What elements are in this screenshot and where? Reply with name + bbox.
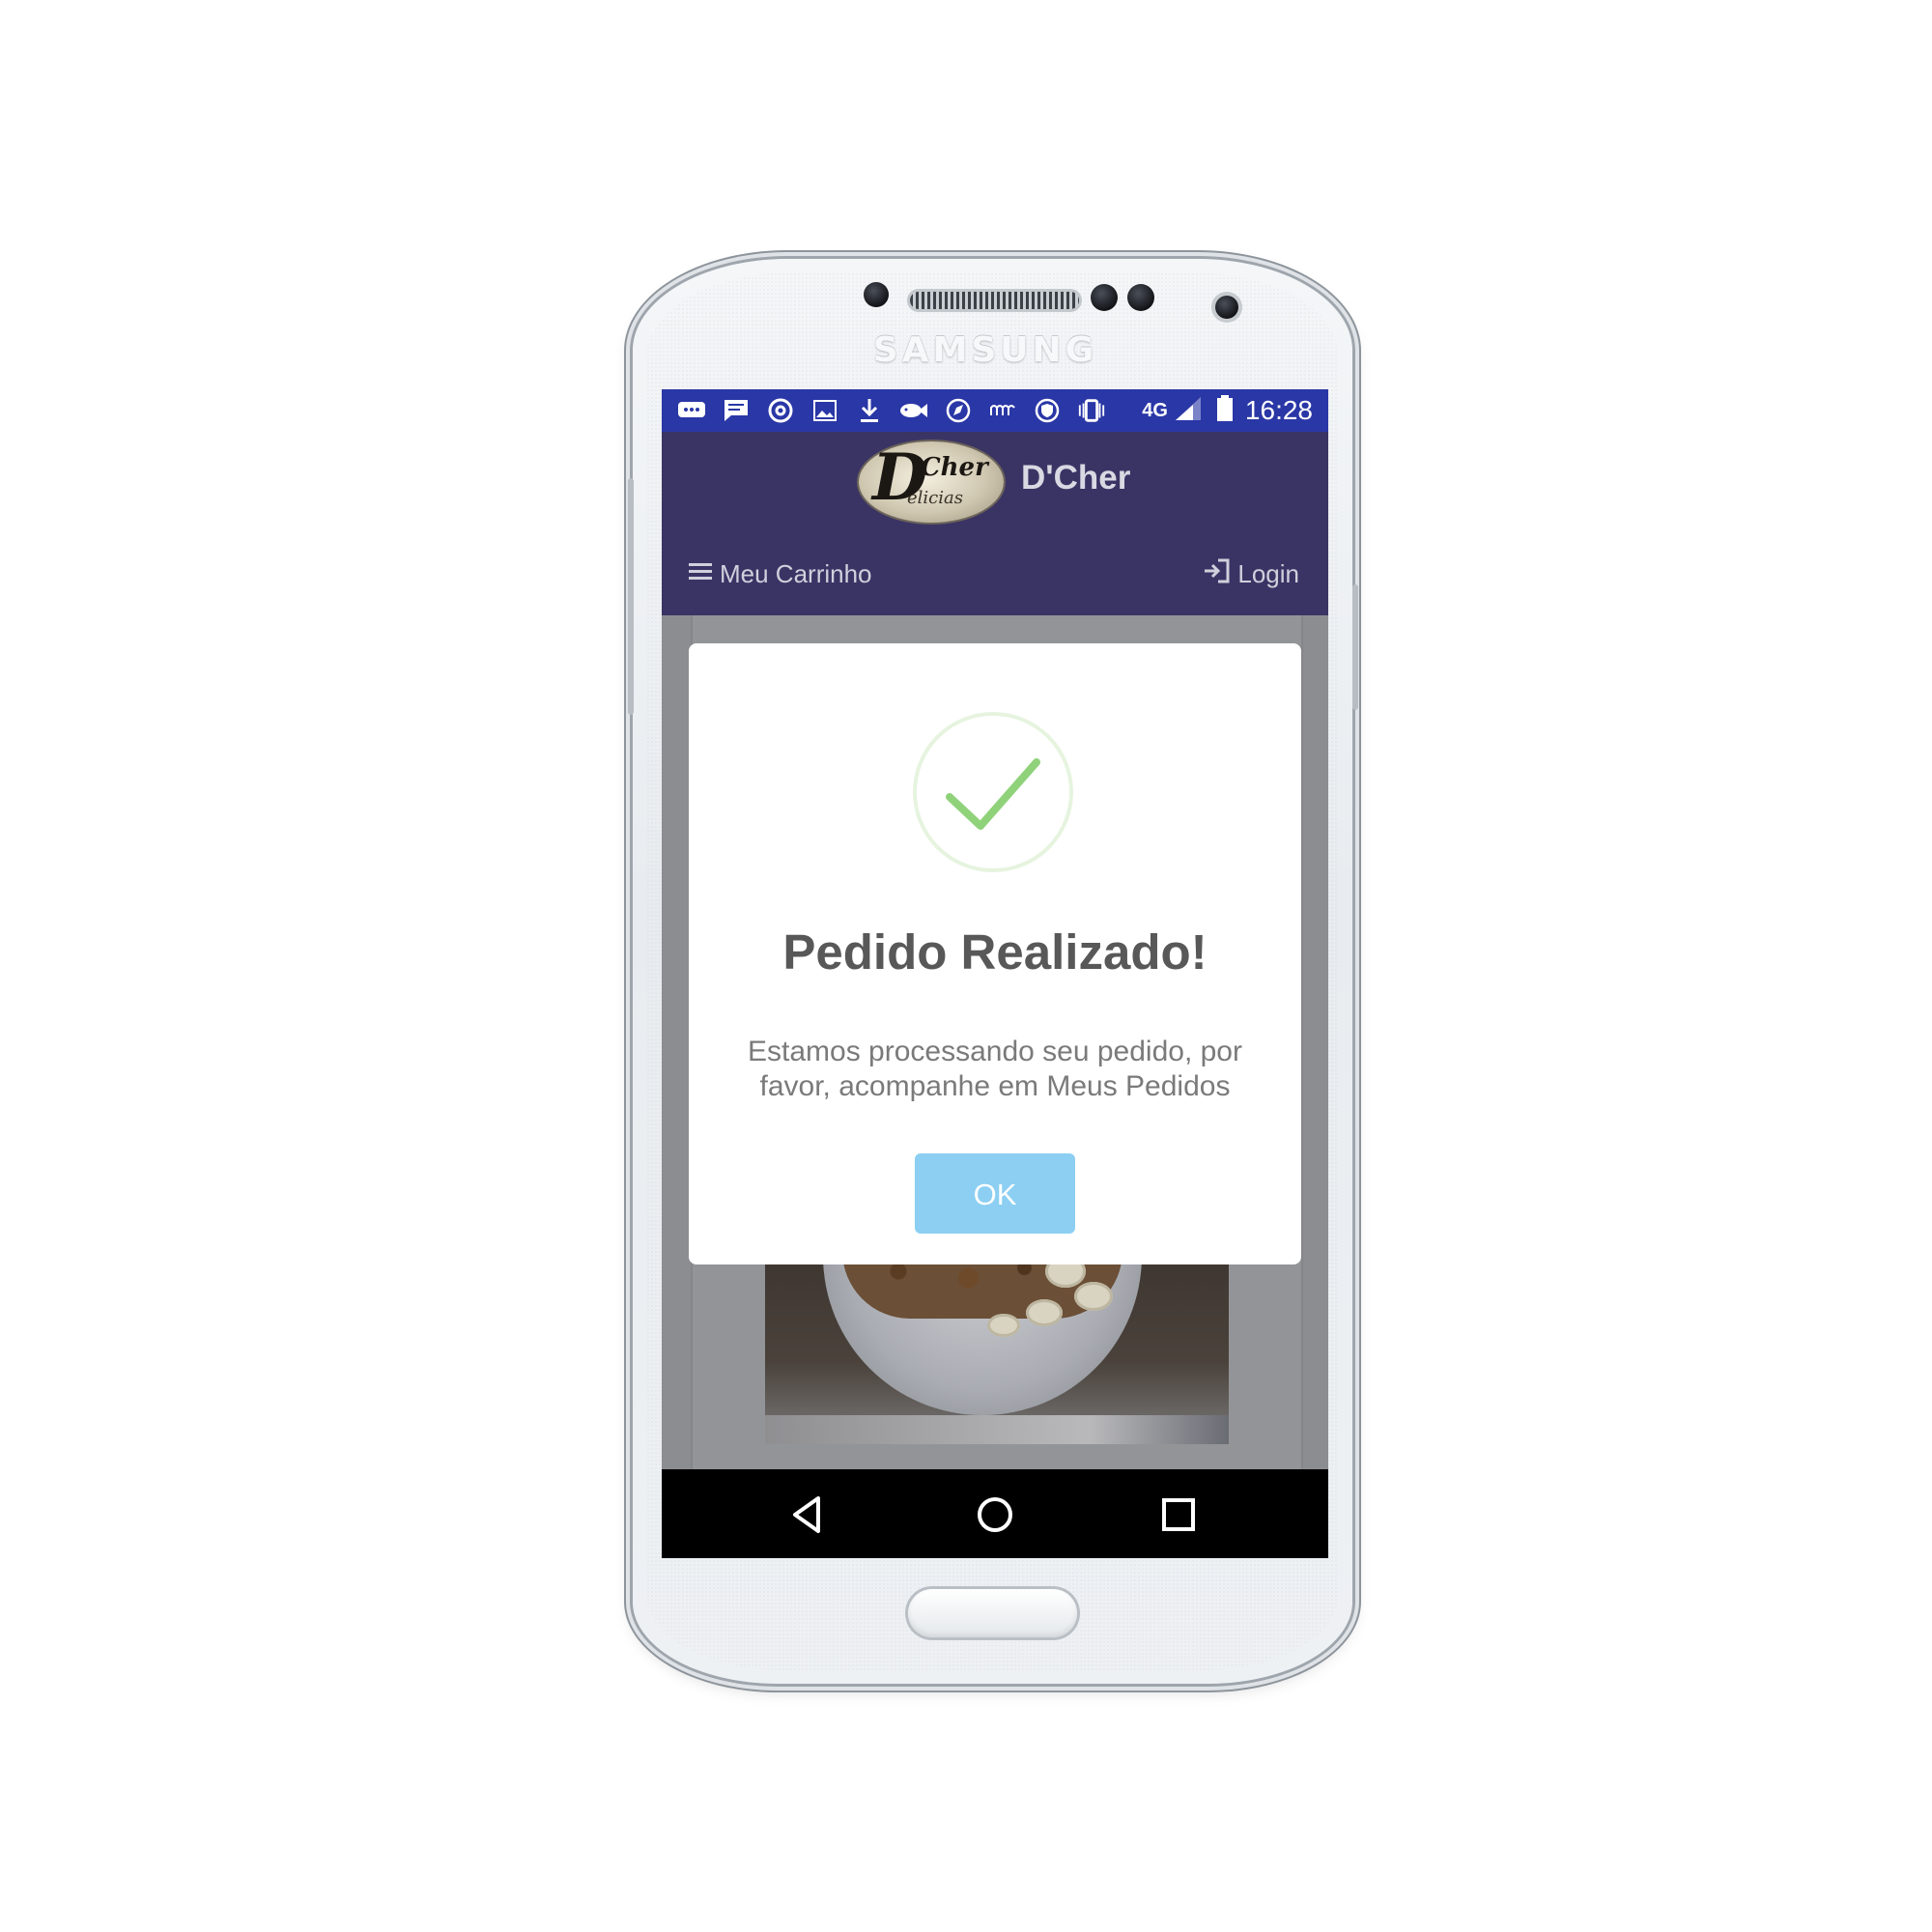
- front-camera-icon: [1215, 296, 1238, 319]
- status-bar: 4G 16:28: [662, 389, 1328, 432]
- phone-screen: 4G 16:28 D 'Cher elicias D'Cher Meu Carr…: [662, 389, 1328, 1558]
- sensor-icon: [1091, 284, 1118, 311]
- hamburger-icon: [689, 558, 714, 589]
- chat-icon: [722, 399, 751, 422]
- earpiece-speaker: [910, 292, 1079, 309]
- signal-icon: [1174, 396, 1203, 426]
- ok-button[interactable]: OK: [915, 1153, 1075, 1234]
- checkmark-icon: [946, 758, 1040, 830]
- app-title[interactable]: D'Cher: [1021, 459, 1130, 497]
- app-logo[interactable]: D 'Cher elicias: [859, 440, 1004, 523]
- hardware-home-button[interactable]: [908, 1589, 1077, 1637]
- success-ring: [913, 712, 1073, 872]
- login-label: Login: [1237, 558, 1299, 588]
- dialog-message: Estamos processando seu pedido, por favo…: [748, 1036, 1242, 1102]
- menu-cart-button[interactable]: Meu Carrinho: [689, 558, 872, 589]
- dialog-title: Pedido Realizado!: [782, 924, 1208, 980]
- side-button-right: [1352, 584, 1358, 710]
- system-navigation-bar: [662, 1469, 1328, 1558]
- sign-in-icon: [1203, 558, 1232, 590]
- message-icon: [677, 399, 706, 422]
- compass-icon: [944, 398, 973, 423]
- app-header: D 'Cher elicias D'Cher Meu Carrinho Logi…: [662, 432, 1328, 615]
- image-icon: [810, 399, 839, 422]
- front-sensor-icon: [864, 282, 889, 307]
- shield-icon: [1033, 398, 1062, 423]
- vibrate-icon: [1077, 399, 1106, 422]
- wave-icon: [988, 399, 1017, 422]
- menu-cart-label: Meu Carrinho: [720, 558, 872, 588]
- at-icon: [766, 398, 795, 423]
- network-type: 4G: [1142, 399, 1168, 421]
- status-time: 16:28: [1244, 395, 1313, 425]
- device-brand: SAMSUNG: [872, 330, 1098, 370]
- battery-icon: [1216, 394, 1234, 427]
- product-image: [765, 1261, 1229, 1444]
- home-icon[interactable]: [973, 1492, 1017, 1537]
- success-dialog: Pedido Realizado! Estamos processando se…: [689, 643, 1301, 1264]
- side-button-left: [628, 478, 634, 715]
- recents-icon[interactable]: [1156, 1492, 1201, 1537]
- back-icon[interactable]: [785, 1492, 830, 1537]
- sensor-icon: [1127, 284, 1154, 311]
- login-button[interactable]: Login: [1203, 558, 1299, 590]
- fish-icon: [899, 399, 928, 422]
- app-navbar: Meu Carrinho Login: [662, 546, 1328, 602]
- download-icon: [855, 399, 884, 422]
